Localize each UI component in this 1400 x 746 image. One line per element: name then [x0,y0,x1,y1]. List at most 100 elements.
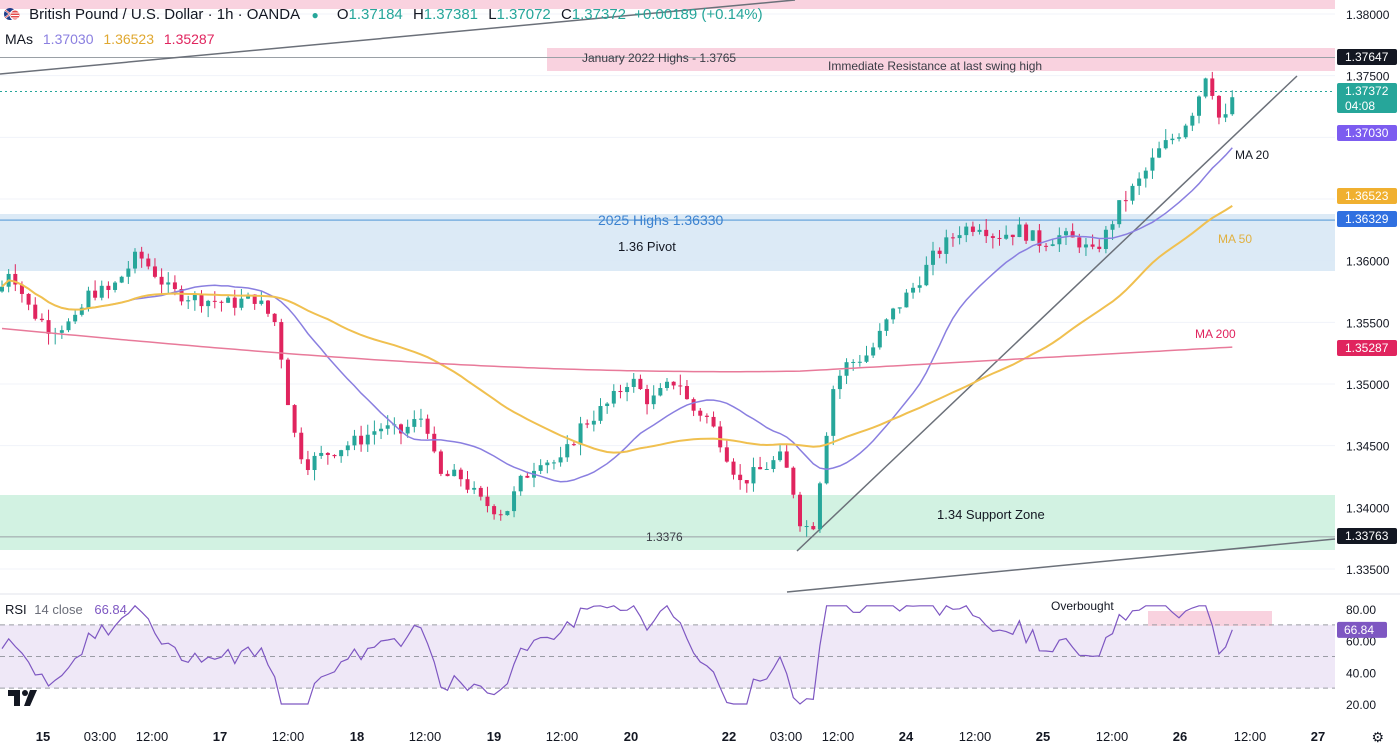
candle-body [525,475,530,478]
candle-body [212,300,217,302]
candle-body [1123,200,1128,202]
candle-body [26,293,31,305]
candle-body [279,322,284,360]
candle-body [226,297,231,303]
candle-body [924,264,929,286]
time-tick-label: 12:00 [822,729,855,744]
candle-body [811,526,816,530]
candle-body [691,399,696,411]
candle-body [1150,157,1155,171]
candle-body [352,435,357,446]
time-tick-label: 22 [722,729,736,744]
candle-body [831,389,836,436]
ma20-value: 1.37030 [42,31,94,47]
candle-body [605,403,610,407]
candle-body [678,385,683,387]
ma-legend[interactable]: MAs 1.37030 1.36523 1.35287 [5,31,215,47]
candle-body [598,406,603,421]
candle-body [565,444,570,458]
price-label-value: 1.36523 [1345,189,1389,203]
price-label-value: 1.36329 [1345,212,1389,226]
open-value: 1.37184 [348,6,403,23]
candle-body [1210,78,1215,96]
candle-body [1130,185,1135,201]
candle-body [99,285,104,298]
time-tick-label: 12:00 [409,729,442,744]
candle-body [405,426,410,434]
ma20-annotation: MA 20 [1235,148,1269,162]
candle-body [166,282,171,285]
candle-body [485,496,490,507]
candle-body [219,301,224,303]
candle-body [977,229,982,232]
price-tick-label: 1.38000 [1346,8,1390,22]
candle-body [778,451,783,461]
time-tick-label: 20 [624,729,638,744]
time-tick-label: 26 [1173,729,1187,744]
candle-body [970,226,975,232]
candle-body [857,361,862,363]
low-value: 1.37072 [496,6,551,23]
candle-body [798,494,802,527]
price-tick-label: 1.35500 [1346,316,1390,330]
candle-body [1183,125,1188,138]
candle-body [518,475,523,492]
candle-body [146,258,151,267]
candle-body [172,282,177,290]
rsi-value-tag-label: 66.84 [1344,623,1374,637]
tradingview-logo-icon[interactable] [8,688,40,712]
gear-icon[interactable]: ⚙ [1371,729,1384,746]
candle-body [372,431,377,435]
ma200-line [1,327,1233,373]
symbol-title[interactable]: British Pound / U.S. Dollar · 1h · OANDA [29,6,299,23]
candle-body [432,433,437,452]
candle-body [591,420,596,425]
price-chart[interactable]: January 2022 Highs - 1.3765 Immediate Res… [0,0,1400,746]
candle-body [877,330,882,348]
candle-body [997,237,1002,239]
candle-body [1057,235,1062,245]
price-label-value: 1.35287 [1345,341,1389,355]
time-tick-label: 12:00 [1096,729,1129,744]
close-value: 1.37372 [571,6,627,23]
candle-body [671,381,676,386]
candle-body [724,447,729,462]
candle-body [791,467,796,495]
ma200-annotation: MA 200 [1195,327,1236,341]
resistance-annotation: Immediate Resistance at last swing high [828,59,1042,73]
candle-body [272,313,277,323]
rsi-legend[interactable]: RSI 14 close 66.84 [5,602,127,617]
price-tick-label: 1.36000 [1346,255,1390,269]
candle-body [113,282,118,290]
pivot-level-label: 2025 Highs 1.36330 [598,212,724,228]
time-tick-label: 03:00 [770,729,803,744]
time-tick-label: 12:00 [136,729,169,744]
close-label: C [560,6,572,23]
candle-body [1143,170,1148,179]
time-tick-label: 24 [899,729,914,744]
candle-body [538,465,543,471]
candle-body [751,467,756,484]
chart-header: British Pound / U.S. Dollar · 1h · OANDA… [4,6,763,23]
candle-body [66,321,71,331]
candle-body [152,266,157,277]
candle-body [1044,245,1049,247]
candle-body [232,297,237,308]
candle-body [558,457,563,463]
candle-body [412,419,417,427]
time-tick-label: 03:00 [84,729,117,744]
candle-body [1024,224,1029,241]
high-label: H [412,6,424,23]
candle-body [332,454,337,457]
time-tick-label: 18 [350,729,364,744]
ma50-value: 1.36523 [103,31,154,47]
candle-body [950,237,955,239]
candle-body [578,423,583,445]
candle-body [312,455,317,471]
candle-body [126,268,131,277]
candle-body [1203,78,1208,97]
candle-body [804,526,809,528]
candle-body [292,405,297,433]
candle-body [86,290,91,308]
candle-body [365,434,370,445]
